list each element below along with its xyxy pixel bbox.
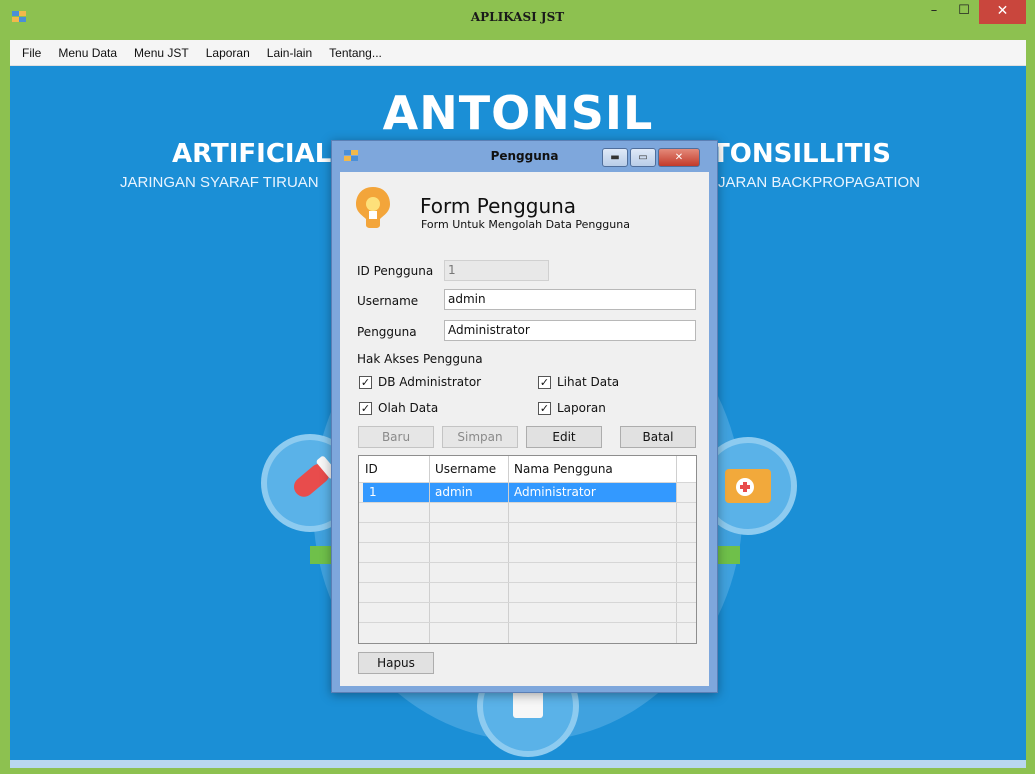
- menu-tentang[interactable]: Tentang...: [329, 46, 382, 60]
- table-divider: [359, 562, 696, 563]
- table-divider: [359, 522, 696, 523]
- table-divider: [359, 602, 696, 603]
- menu-jst[interactable]: Menu JST: [134, 46, 189, 60]
- table-cell-username[interactable]: admin: [429, 482, 508, 502]
- table-divider: [676, 456, 677, 643]
- checkbox-laporan-label: Laporan: [557, 401, 606, 415]
- dialog-body: Form Pengguna Form Untuk Mengolah Data P…: [340, 172, 709, 686]
- simpan-button[interactable]: Simpan: [442, 426, 518, 448]
- menu-file[interactable]: File: [22, 46, 41, 60]
- table-cell-id[interactable]: 1: [363, 482, 429, 502]
- table-divider: [359, 542, 696, 543]
- checkbox-laporan[interactable]: ✓ Laporan: [538, 401, 606, 415]
- table-divider: [359, 582, 696, 583]
- id-pengguna-label: ID Pengguna: [357, 264, 434, 278]
- table-header: ID Username Nama Pengguna: [359, 456, 696, 482]
- menu-data[interactable]: Menu Data: [58, 46, 117, 60]
- username-field[interactable]: admin: [444, 289, 696, 310]
- table-divider: [429, 456, 430, 643]
- menu-lain-lain[interactable]: Lain-lain: [267, 46, 312, 60]
- window-title: APLIKASI JST: [470, 10, 565, 24]
- table-divider: [508, 456, 509, 643]
- table-row[interactable]: 1 admin Administrator: [359, 482, 696, 502]
- edit-button[interactable]: Edit: [526, 426, 602, 448]
- lightbulb-icon: [356, 187, 390, 228]
- close-button[interactable]: ✕: [979, 0, 1026, 24]
- pengguna-field[interactable]: Administrator: [444, 320, 696, 341]
- batal-button[interactable]: Batal: [620, 426, 696, 448]
- checkbox-olah-data-label: Olah Data: [378, 401, 439, 415]
- hapus-button[interactable]: Hapus: [358, 652, 434, 674]
- username-label: Username: [357, 294, 419, 308]
- checkbox-olah-data[interactable]: ✓ Olah Data: [359, 401, 438, 415]
- minimize-button[interactable]: –: [920, 0, 948, 24]
- checkbox-lihat-data-label: Lihat Data: [557, 375, 620, 389]
- table-divider: [359, 502, 696, 503]
- checkbox-db-administrator-box[interactable]: ✓: [359, 375, 372, 389]
- table-header-username[interactable]: Username: [429, 456, 508, 482]
- window-titlebar: APLIKASI JST – ☐ ✕: [0, 0, 1035, 38]
- dialog-close-button[interactable]: ✕: [658, 148, 700, 167]
- form-subheading: Form Untuk Mengolah Data Pengguna: [421, 218, 630, 231]
- checkbox-lihat-data[interactable]: ✓ Lihat Data: [538, 375, 619, 389]
- menu-bar: File Menu Data Menu JST Laporan Lain-lai…: [10, 40, 1026, 66]
- pengguna-dialog: Pengguna ▬ ▭ ✕ Form Pengguna Form Untuk …: [331, 140, 718, 693]
- table-divider: [359, 482, 696, 483]
- hak-akses-label: Hak Akses Pengguna: [357, 352, 483, 366]
- dialog-minimize-button[interactable]: ▬: [602, 148, 628, 167]
- id-pengguna-field[interactable]: 1: [444, 260, 549, 281]
- dialog-maximize-button[interactable]: ▭: [630, 148, 656, 167]
- maximize-button[interactable]: ☐: [950, 0, 978, 24]
- table-header-nama-pengguna[interactable]: Nama Pengguna: [508, 456, 676, 482]
- table-cell-nama-pengguna[interactable]: Administrator: [508, 482, 676, 502]
- checkbox-laporan-box[interactable]: ✓: [538, 401, 551, 415]
- table-divider: [359, 622, 696, 623]
- bottom-band: [10, 760, 1026, 768]
- pengguna-label: Pengguna: [357, 325, 417, 339]
- checkbox-db-administrator[interactable]: ✓ DB Administrator: [359, 375, 481, 389]
- checkbox-lihat-data-box[interactable]: ✓: [538, 375, 551, 389]
- baru-button[interactable]: Baru: [358, 426, 434, 448]
- checkbox-olah-data-box[interactable]: ✓: [359, 401, 372, 415]
- form-heading: Form Pengguna: [420, 194, 577, 218]
- table-header-id[interactable]: ID: [359, 456, 429, 482]
- menu-laporan[interactable]: Laporan: [206, 46, 250, 60]
- checkbox-db-administrator-label: DB Administrator: [378, 375, 482, 389]
- pengguna-table[interactable]: ID Username Nama Pengguna 1 admin Admini…: [358, 455, 697, 644]
